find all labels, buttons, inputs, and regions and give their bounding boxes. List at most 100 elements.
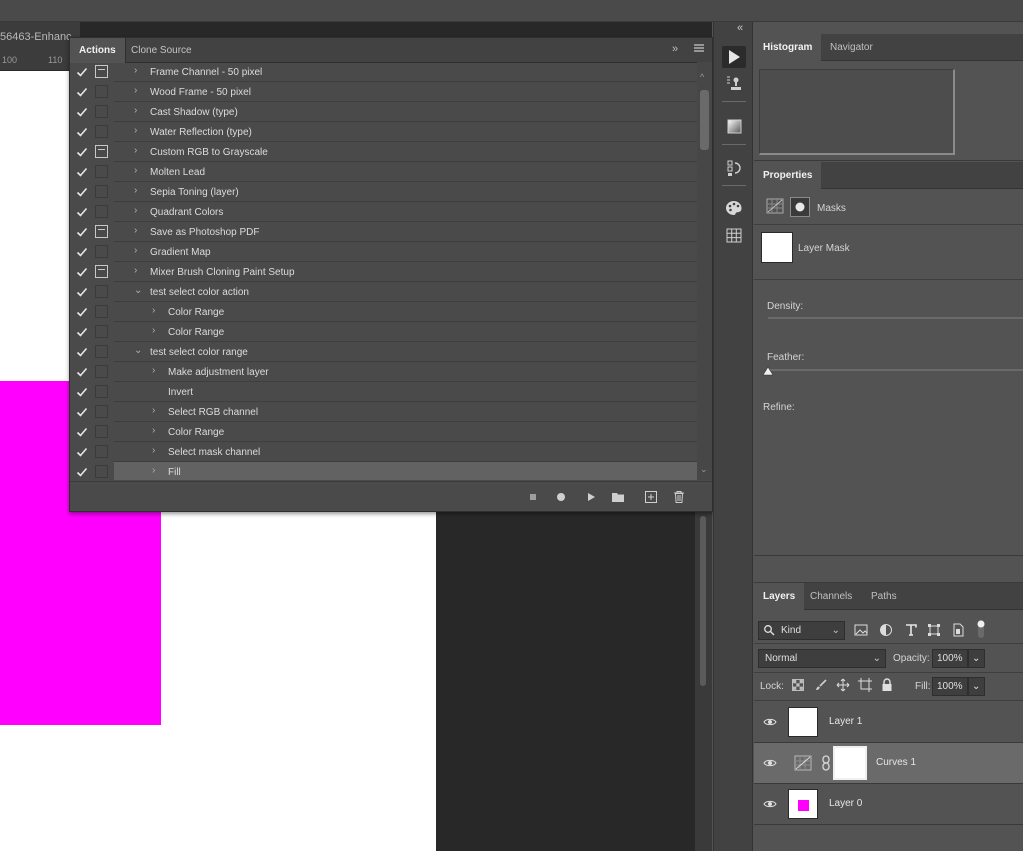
chevron-right-icon[interactable]: › xyxy=(134,85,137,96)
expand-panel-icon[interactable]: » xyxy=(672,43,678,55)
toggle-item-checkmark-icon[interactable] xyxy=(76,86,88,98)
toggle-item-checkmark-icon[interactable] xyxy=(76,346,88,358)
layer-row[interactable]: Layer 0 xyxy=(754,784,1023,825)
tab-channels[interactable]: Channels xyxy=(801,583,861,610)
toggle-dialog-icon[interactable] xyxy=(95,265,108,278)
toggle-dialog-icon[interactable] xyxy=(95,185,108,198)
chevron-down-icon[interactable]: ⌄ xyxy=(134,345,142,356)
feather-slider-handle[interactable] xyxy=(762,366,774,376)
tab-histogram[interactable]: Histogram xyxy=(754,34,822,61)
action-row[interactable]: › Save as Photoshop PDF xyxy=(70,222,697,242)
action-row[interactable]: › Cast Shadow (type) xyxy=(70,102,697,122)
toggle-dialog-icon[interactable] xyxy=(95,465,108,478)
actions-list-scrollbar[interactable]: ^ ⌄ xyxy=(697,62,712,480)
toggle-dialog-icon[interactable] xyxy=(95,425,108,438)
fill-dropdown-button[interactable]: ⌄ xyxy=(968,677,985,696)
fill-input[interactable]: 100% xyxy=(932,677,968,696)
record-icon[interactable] xyxy=(554,490,568,504)
lock-transparent-pixels-icon[interactable] xyxy=(792,679,804,691)
toggle-item-checkmark-icon[interactable] xyxy=(76,186,88,198)
toggle-dialog-icon[interactable] xyxy=(95,165,108,178)
toggle-dialog-icon[interactable] xyxy=(95,225,108,238)
chevron-right-icon[interactable]: › xyxy=(134,245,137,256)
toggle-item-checkmark-icon[interactable] xyxy=(76,206,88,218)
toggle-item-checkmark-icon[interactable] xyxy=(76,426,88,438)
layer-row[interactable]: Layer 1 xyxy=(754,702,1023,743)
toggle-item-checkmark-icon[interactable] xyxy=(76,326,88,338)
chevron-right-icon[interactable]: › xyxy=(134,265,137,276)
opacity-dropdown-button[interactable]: ⌄ xyxy=(968,649,985,668)
play-selection-icon[interactable] xyxy=(584,490,598,504)
action-row[interactable]: ⌄ test select color range xyxy=(70,342,697,362)
toggle-dialog-icon[interactable] xyxy=(95,345,108,358)
toggle-item-checkmark-icon[interactable] xyxy=(76,266,88,278)
scrollbar-thumb[interactable] xyxy=(700,90,709,150)
layer-thumbnail[interactable] xyxy=(788,707,818,737)
action-row[interactable]: › Color Range xyxy=(70,322,697,342)
chevron-right-icon[interactable]: › xyxy=(152,405,155,416)
document-vertical-scrollbar[interactable] xyxy=(695,512,712,851)
toggle-dialog-icon[interactable] xyxy=(95,145,108,158)
action-row[interactable]: Invert xyxy=(70,382,697,402)
toggle-item-checkmark-icon[interactable] xyxy=(76,246,88,258)
scrollbar-thumb[interactable] xyxy=(700,516,706,686)
layer-name[interactable]: Layer 0 xyxy=(829,798,862,809)
toggle-item-checkmark-icon[interactable] xyxy=(76,126,88,138)
density-slider[interactable] xyxy=(768,317,1023,319)
action-row[interactable]: › Quadrant Colors xyxy=(70,202,697,222)
toggle-item-checkmark-icon[interactable] xyxy=(76,406,88,418)
visibility-eye-icon[interactable] xyxy=(763,716,777,728)
chevron-right-icon[interactable]: › xyxy=(134,205,137,216)
chevron-right-icon[interactable]: › xyxy=(152,425,155,436)
toggle-item-checkmark-icon[interactable] xyxy=(76,286,88,298)
delete-trash-icon[interactable] xyxy=(672,490,686,504)
chevron-right-icon[interactable]: › xyxy=(134,65,137,76)
actions-panel-icon[interactable] xyxy=(722,46,746,68)
chevron-right-icon[interactable]: › xyxy=(134,165,137,176)
toggle-item-checkmark-icon[interactable] xyxy=(76,466,88,478)
chevron-right-icon[interactable]: › xyxy=(134,185,137,196)
toggle-item-checkmark-icon[interactable] xyxy=(76,166,88,178)
new-set-folder-icon[interactable] xyxy=(611,490,625,504)
history-icon[interactable] xyxy=(722,157,746,179)
chevron-right-icon[interactable]: › xyxy=(134,145,137,156)
action-row[interactable]: › Color Range xyxy=(70,302,697,322)
visibility-eye-icon[interactable] xyxy=(763,798,777,810)
chevron-right-icon[interactable]: › xyxy=(134,105,137,116)
action-row[interactable]: › Mixer Brush Cloning Paint Setup xyxy=(70,262,697,282)
lock-artboard-icon[interactable] xyxy=(858,678,872,692)
action-row[interactable]: › Make adjustment layer xyxy=(70,362,697,382)
layer-name[interactable]: Curves 1 xyxy=(876,757,916,768)
opacity-input[interactable]: 100% xyxy=(932,649,968,668)
toggle-item-checkmark-icon[interactable] xyxy=(76,386,88,398)
action-row[interactable]: › Fill xyxy=(70,462,697,480)
lock-all-padlock-icon[interactable] xyxy=(881,678,893,692)
filter-pixel-layers-icon[interactable] xyxy=(854,623,868,637)
toggle-dialog-icon[interactable] xyxy=(95,305,108,318)
toggle-dialog-icon[interactable] xyxy=(95,245,108,258)
filter-smart-objects-icon[interactable] xyxy=(951,623,965,637)
toggle-dialog-icon[interactable] xyxy=(95,365,108,378)
toggle-dialog-icon[interactable] xyxy=(95,65,108,78)
toggle-dialog-icon[interactable] xyxy=(95,325,108,338)
action-row[interactable]: › Sepia Toning (layer) xyxy=(70,182,697,202)
toggle-item-checkmark-icon[interactable] xyxy=(76,446,88,458)
toggle-item-checkmark-icon[interactable] xyxy=(76,146,88,158)
scroll-down-icon[interactable]: ⌄ xyxy=(700,464,708,475)
patterns-grid-icon[interactable] xyxy=(722,225,746,247)
filter-kind-dropdown[interactable]: Kind ⌄ xyxy=(758,621,845,640)
tab-properties[interactable]: Properties xyxy=(754,162,822,189)
action-row[interactable]: › Water Reflection (type) xyxy=(70,122,697,142)
layer-name[interactable]: Layer 1 xyxy=(829,716,862,727)
chevron-right-icon[interactable]: › xyxy=(152,465,155,476)
toggle-item-checkmark-icon[interactable] xyxy=(76,66,88,78)
action-row[interactable]: ⌄ test select color action xyxy=(70,282,697,302)
action-row[interactable]: › Gradient Map xyxy=(70,242,697,262)
toggle-dialog-icon[interactable] xyxy=(95,285,108,298)
layer-mask-thumbnail[interactable] xyxy=(833,746,867,780)
filter-type-layers-icon[interactable] xyxy=(904,623,918,637)
tab-layers[interactable]: Layers xyxy=(754,583,805,610)
panel-menu-icon[interactable] xyxy=(693,42,705,54)
pixel-mask-icon[interactable] xyxy=(766,198,784,214)
gradients-icon[interactable] xyxy=(722,116,746,138)
